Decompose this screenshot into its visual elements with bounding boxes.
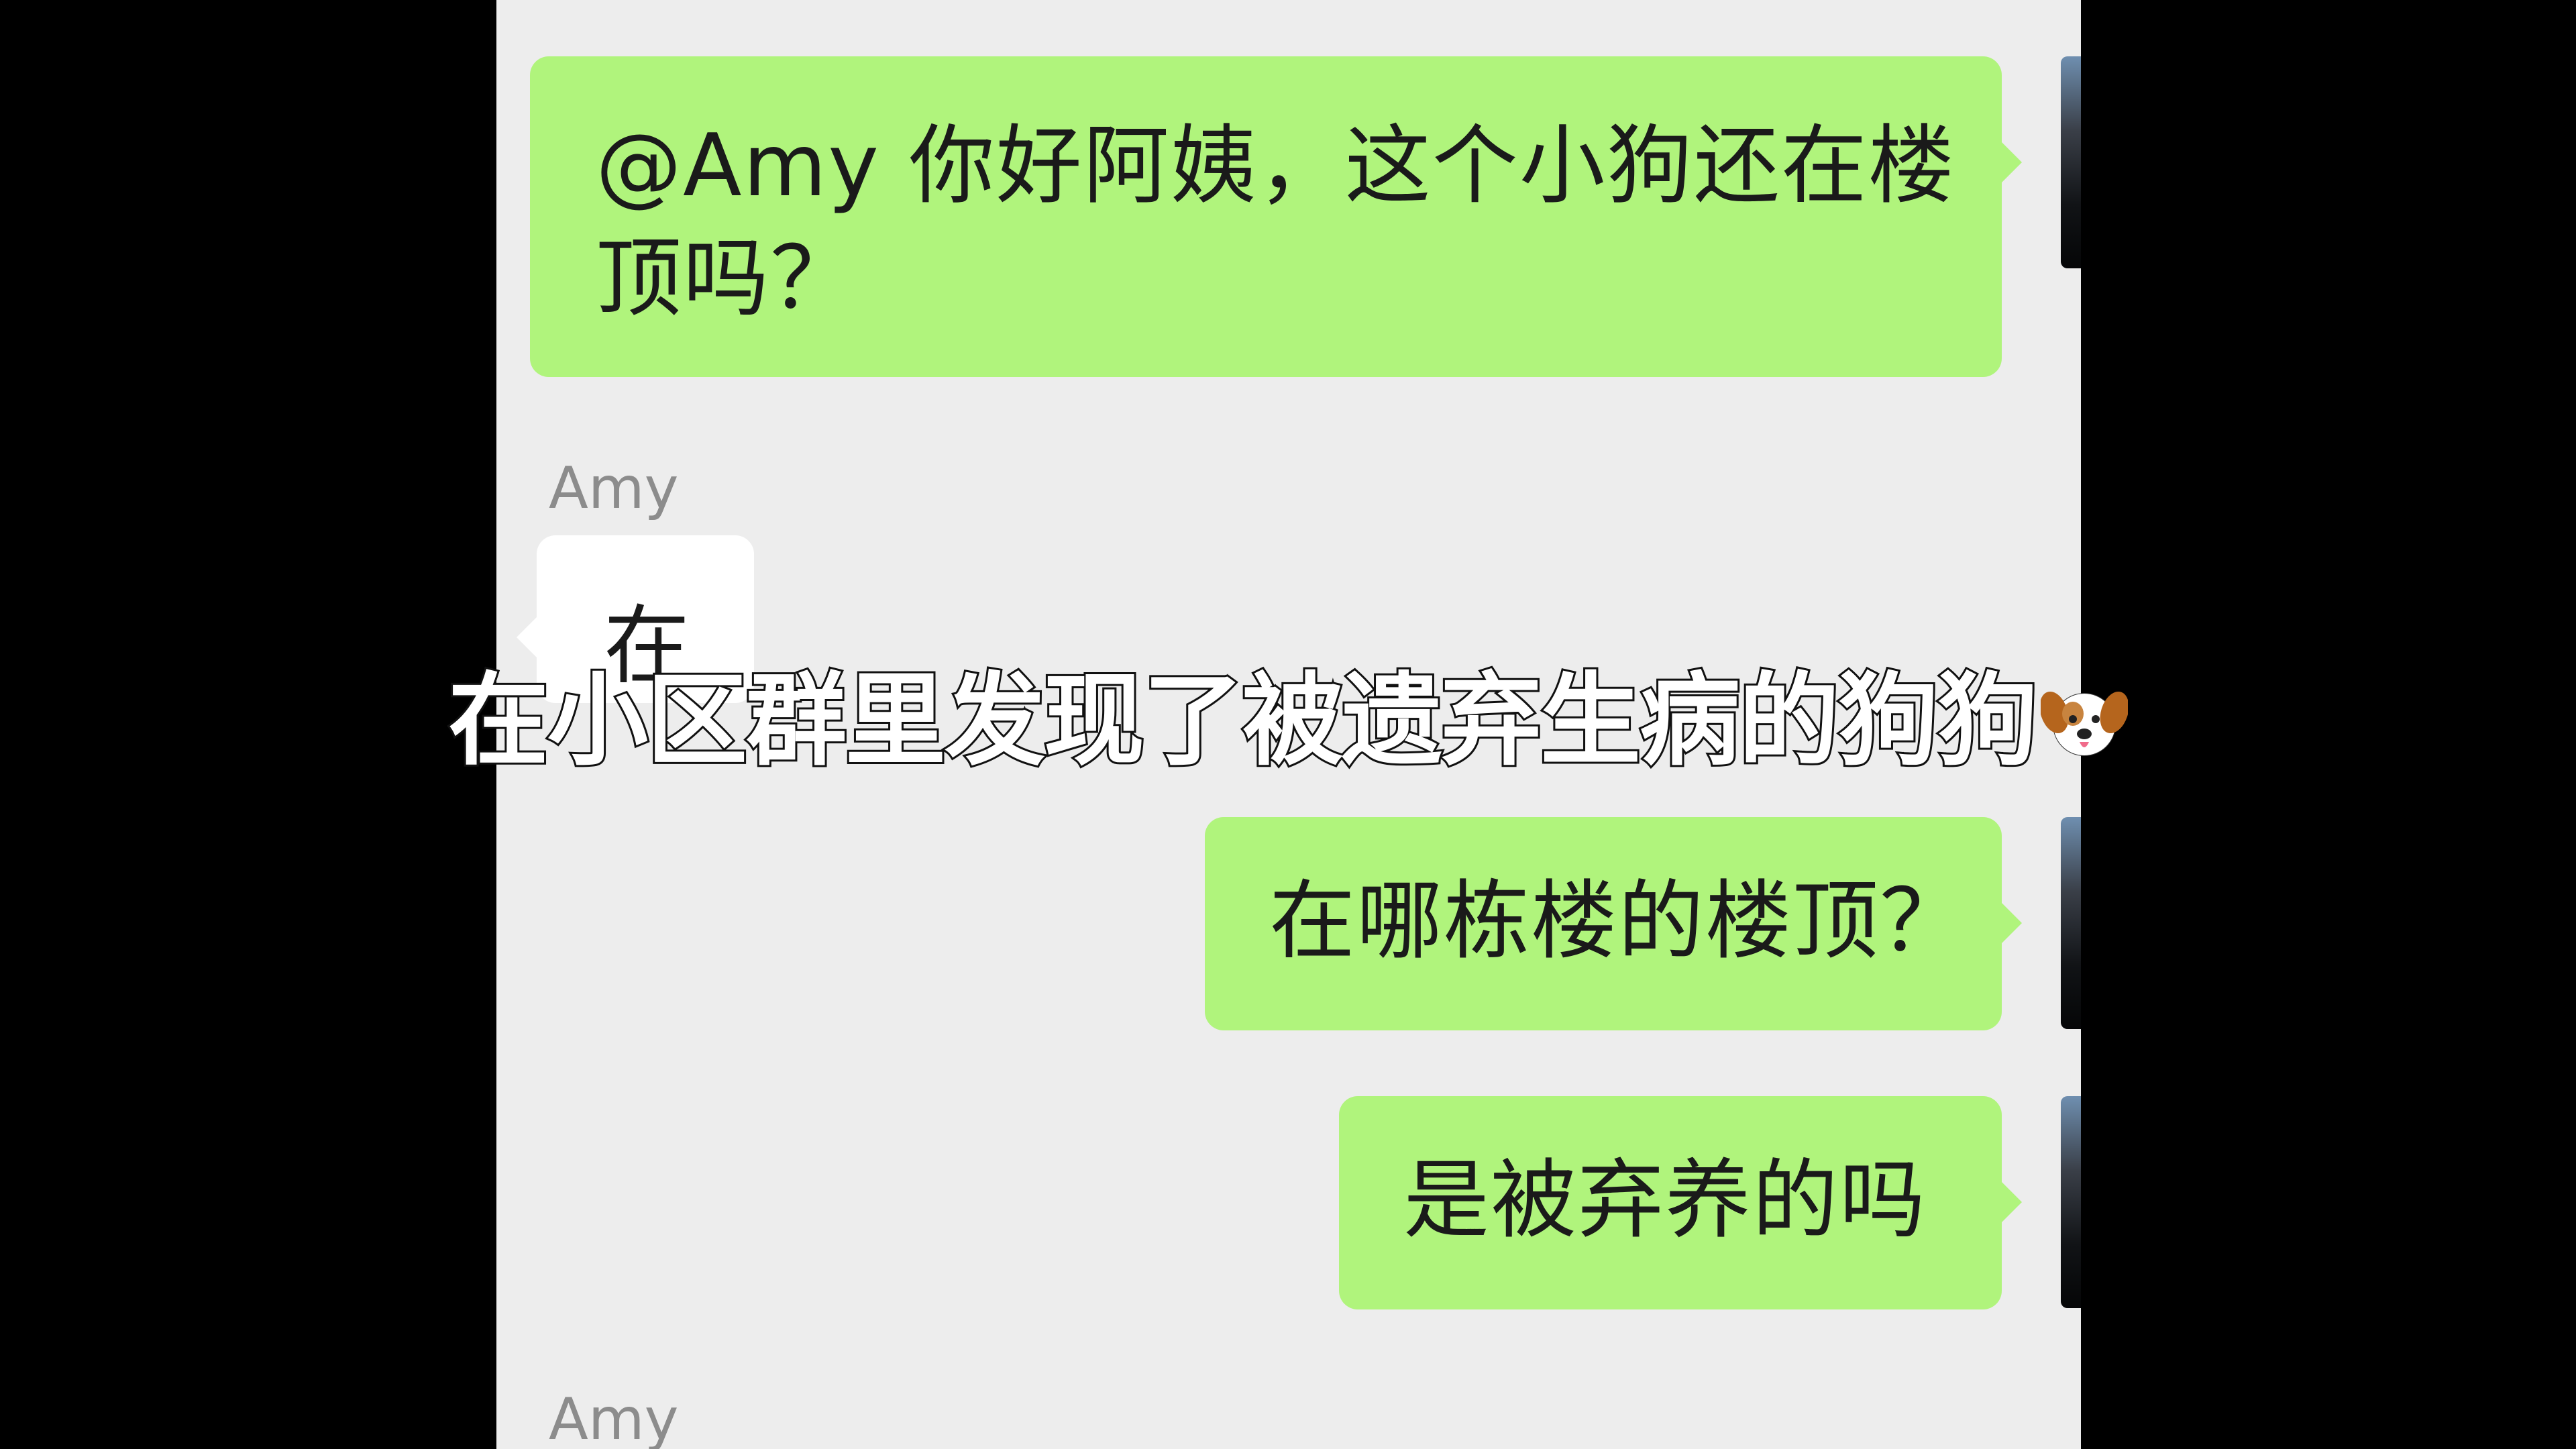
bubble-tail xyxy=(517,617,537,657)
sender-name-label: Amy xyxy=(549,1386,679,1449)
message-text-line: 顶吗？ xyxy=(596,229,858,329)
user-avatar[interactable] xyxy=(2061,817,2081,1029)
message-text-line: @Amy 你好阿姨，这个小狗还在楼 xyxy=(596,116,1955,216)
user-avatar[interactable] xyxy=(2061,56,2081,268)
video-caption: 在小区群里发现了被遗弃生病的狗狗 xyxy=(0,661,2576,782)
message-text: 是被弃养的吗 xyxy=(1403,1150,1927,1250)
sent-message-bubble[interactable]: @Amy 你好阿姨，这个小狗还在楼 顶吗？ xyxy=(530,56,2002,377)
sender-name-label: Amy xyxy=(549,455,679,522)
bubble-tail xyxy=(2002,1182,2022,1222)
message-text: 在哪栋楼的楼顶？ xyxy=(1269,871,1968,971)
sent-message-bubble[interactable]: 在哪栋楼的楼顶？ xyxy=(1205,817,2002,1030)
bubble-tail xyxy=(2002,142,2022,182)
bubble-tail xyxy=(2002,903,2022,943)
user-avatar[interactable] xyxy=(2061,1096,2081,1308)
sent-message-bubble[interactable]: 是被弃养的吗 xyxy=(1339,1096,2002,1309)
video-frame: @Amy 你好阿姨，这个小狗还在楼 顶吗？ Amy 在 在哪栋楼的楼顶？ 是被弃… xyxy=(0,0,2576,1449)
caption-text: 在小区群里发现了被遗弃生病的狗狗 xyxy=(446,661,2040,782)
dog-face-icon xyxy=(2039,667,2129,756)
